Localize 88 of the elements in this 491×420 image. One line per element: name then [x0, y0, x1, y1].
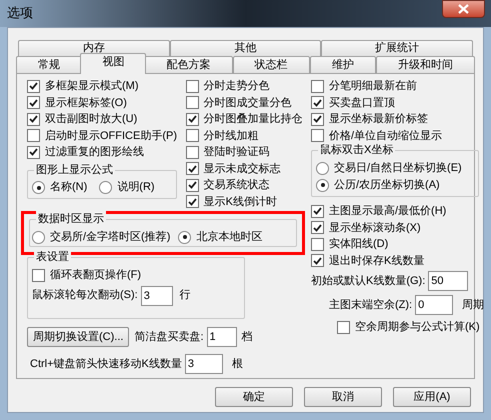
checkbox-label: 过滤重复的图形绘线	[45, 145, 144, 160]
radio-label: 交易所/金字塔时区(推荐)	[50, 230, 170, 245]
checkbox-label: 多框架显示模式(M)	[45, 78, 138, 94]
checkbox-label: 退出时保存K线数量	[329, 254, 424, 268]
checkbox-label: 交易系统状态	[204, 178, 270, 193]
field-label: 简洁盘买卖盘:	[134, 330, 204, 345]
group-title: 图形上显示公式	[34, 162, 115, 178]
checkbox-label: 分笔明细最新在前	[329, 78, 417, 94]
checkbox[interactable]	[186, 195, 199, 208]
checkbox[interactable]	[27, 129, 40, 142]
close-button[interactable]	[442, 0, 485, 18]
checkbox[interactable]	[186, 162, 199, 176]
unit-label: 周期	[462, 298, 484, 313]
period-settings-button[interactable]: 周期切换设置(C)...	[27, 327, 130, 347]
checkbox[interactable]	[186, 178, 199, 192]
checkbox-label: 显示K线倒计时	[204, 194, 277, 210]
checkbox[interactable]	[186, 129, 199, 142]
input-field[interactable]: 50	[428, 271, 468, 291]
checkbox[interactable]	[337, 320, 350, 334]
checkbox-label: 显示坐标滚动条(X)	[329, 220, 421, 236]
tab[interactable]: 常规	[16, 56, 82, 74]
checkbox[interactable]	[311, 204, 324, 218]
checkbox[interactable]	[311, 238, 324, 251]
checkbox-label: 显示未成交标志	[204, 162, 281, 176]
field-label: 初始或默认K线数量(G):	[311, 274, 426, 289]
tab[interactable]: 状态栏	[232, 56, 310, 74]
checkbox-label: 显示框架标签(O)	[45, 96, 127, 110]
radio-button[interactable]	[316, 178, 329, 192]
dialog-button[interactable]: 取消	[304, 387, 382, 407]
checkbox[interactable]	[311, 80, 324, 93]
radio-label: 北京本地时区	[196, 230, 262, 245]
checkbox[interactable]	[186, 146, 199, 159]
checkbox-label: 分时走势分色	[204, 78, 270, 94]
checkbox[interactable]	[311, 221, 324, 234]
tab[interactable]: 其他	[170, 40, 322, 56]
input-field[interactable]: 3	[184, 354, 223, 374]
checkbox[interactable]	[32, 268, 45, 282]
field-label: Ctrl+键盘箭头快速移动K线数量	[30, 356, 182, 372]
unit-label: 根	[232, 356, 243, 372]
checkbox-label: 显示坐标最新价标签	[329, 112, 428, 127]
checkbox-label: 分时线加粗	[204, 128, 259, 144]
checkbox-label: 空余周期参与公式计算(K)	[355, 320, 480, 335]
dialog-button[interactable]: 确定	[215, 387, 293, 407]
dialog-button[interactable]: 应用(A)	[393, 387, 471, 407]
checkbox-label: 买卖盘口置顶	[329, 96, 395, 110]
checkbox-label: 分时图成交量分色	[204, 96, 292, 110]
checkbox[interactable]	[27, 146, 40, 159]
radio-button[interactable]	[32, 181, 45, 194]
input-field[interactable]: 0	[415, 295, 454, 315]
checkbox[interactable]	[311, 129, 324, 142]
checkbox[interactable]	[311, 96, 324, 110]
checkbox[interactable]	[27, 112, 40, 126]
checkbox-label: 价格/单位自动缩位显示	[329, 128, 442, 144]
radio-label: 名称(N)	[50, 180, 88, 196]
unit-label: 行	[180, 288, 191, 304]
input-field[interactable]: 3	[140, 286, 173, 306]
input-field[interactable]: 1	[206, 327, 237, 347]
unit-label: 档	[242, 330, 253, 345]
checkbox-label: 主图显示最高/最低价(H)	[329, 204, 446, 219]
radio-button[interactable]	[178, 230, 192, 244]
checkbox-label: 循环表翻页操作(F)	[50, 268, 142, 283]
checkbox[interactable]	[186, 80, 199, 93]
checkbox[interactable]	[186, 96, 199, 110]
tab[interactable]: 视图	[80, 53, 146, 74]
checkbox[interactable]	[311, 254, 324, 268]
checkbox[interactable]	[27, 96, 40, 110]
radio-label: 说明(R)	[117, 180, 155, 196]
checkbox-label: 启动时显示OFFICE助手(P)	[45, 128, 177, 144]
checkbox-label: 登陆时验证码	[204, 145, 270, 160]
tab[interactable]: 配色方案	[144, 56, 233, 74]
checkbox[interactable]	[186, 112, 199, 126]
tab[interactable]: 升级和时间	[376, 56, 476, 74]
radio-button[interactable]	[99, 181, 112, 194]
checkbox-label: 实体阳线(D)	[329, 236, 388, 252]
tab[interactable]: 维护	[310, 56, 376, 74]
checkbox-label: 分时图叠加量比持仓	[204, 112, 303, 127]
field-label: 鼠标滚轮每次翻动(S):	[32, 288, 138, 304]
field-label: 主图末端空余(Z):	[329, 298, 412, 313]
radio-button[interactable]	[316, 162, 329, 174]
radio-button[interactable]	[32, 230, 45, 244]
tab[interactable]: 扩展统计	[321, 40, 474, 56]
radio-label: 交易日/自然日坐标切换(E)	[334, 160, 462, 176]
checkbox[interactable]	[27, 80, 40, 93]
checkbox[interactable]	[311, 112, 324, 126]
radio-label: 公历/农历坐标切换(A)	[334, 178, 440, 193]
checkbox-label: 双击副图时放大(U)	[45, 112, 138, 127]
close-icon	[458, 4, 469, 14]
window-title: 选项	[7, 4, 33, 22]
